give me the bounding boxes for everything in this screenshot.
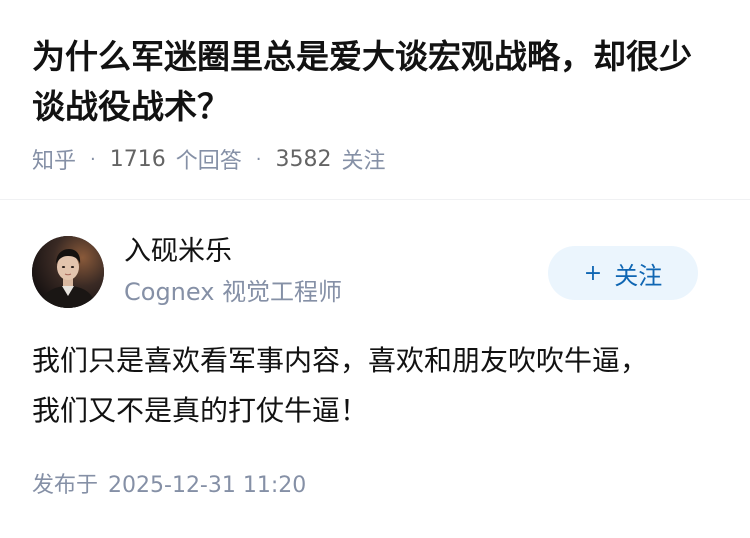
question-meta: 知乎 · 1716 个回答 · 3582 关注	[32, 143, 386, 175]
avatar[interactable]	[32, 236, 104, 308]
question-header: 为什么军迷圈里总是爱大谈宏观战略，却很少谈战役战术？ 知乎 · 1716 个回答…	[0, 0, 750, 200]
avatar-image	[32, 236, 104, 308]
follower-count: 3582	[275, 146, 332, 172]
follow-button-label: 关注	[614, 261, 663, 290]
follower-count-label: 关注	[341, 149, 386, 174]
answer-card: 入砚米乐 Cognex 视觉工程师 + 关注 我们只是喜欢看军事内容，喜欢和朋友…	[0, 200, 750, 538]
question-title[interactable]: 为什么军迷圈里总是爱大谈宏观战略，却很少谈战役战术？	[32, 32, 722, 132]
answer-paragraph: 我们又不是真的打仗牛逼！	[32, 394, 369, 427]
answer-count: 1716	[109, 146, 166, 172]
publish-timestamp: 2025-12-31 11:20	[108, 473, 307, 498]
author-headline: Cognex 视觉工程师	[124, 278, 343, 306]
publish-time: 发布于 2025-12-31 11:20	[32, 470, 306, 502]
answer-content: 我们只是喜欢看军事内容，喜欢和朋友吹吹牛逼， 我们又不是真的打仗牛逼！	[32, 336, 722, 436]
answer-count-label: 个回答	[175, 149, 242, 174]
meta-separator: ·	[255, 148, 262, 170]
meta-separator: ·	[90, 148, 96, 170]
answer-paragraph: 我们只是喜欢看军事内容，喜欢和朋友吹吹牛逼，	[32, 344, 649, 377]
publish-label: 发布于	[32, 473, 99, 498]
author-name[interactable]: 入砚米乐	[124, 234, 232, 270]
plus-icon: +	[583, 260, 603, 286]
follow-button[interactable]: + 关注	[548, 246, 698, 300]
source-label[interactable]: 知乎	[32, 143, 76, 175]
